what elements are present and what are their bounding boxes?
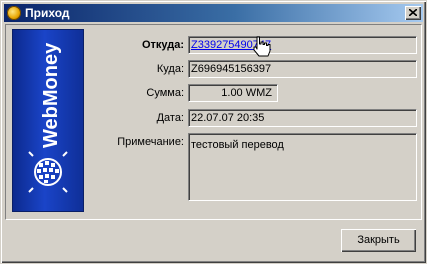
note-label: Примечание: [117,136,184,148]
from-field[interactable]: Z339275490747 [188,36,417,54]
webmoney-brand-text: WebMoney [40,42,62,148]
title-bar[interactable]: Приход [4,4,423,22]
webmoney-coin-icon [7,6,21,20]
date-label: Дата: [156,112,184,124]
to-label: Куда: [156,63,184,75]
from-label: Откуда: [141,39,184,51]
amount-field[interactable]: 1.00 WMZ [188,84,278,102]
to-field[interactable]: Z696945156397 [188,60,417,78]
webmoney-globe-icon [28,151,68,193]
note-field[interactable]: тестовый перевод [188,133,417,201]
window-title: Приход [25,6,70,20]
hand-cursor-icon [253,36,271,57]
close-window-button[interactable] [405,6,421,20]
close-button[interactable]: Закрыть [341,229,416,252]
amount-label: Сумма: [146,87,184,99]
close-icon [409,9,417,16]
dialog-window: Приход WebMoney Откуда: Z339275490747 Ку… [0,0,427,264]
date-field[interactable]: 22.07.07 20:35 [188,109,417,127]
content-panel: WebMoney Откуда: Z339275490747 Куда: Z69… [5,24,422,220]
